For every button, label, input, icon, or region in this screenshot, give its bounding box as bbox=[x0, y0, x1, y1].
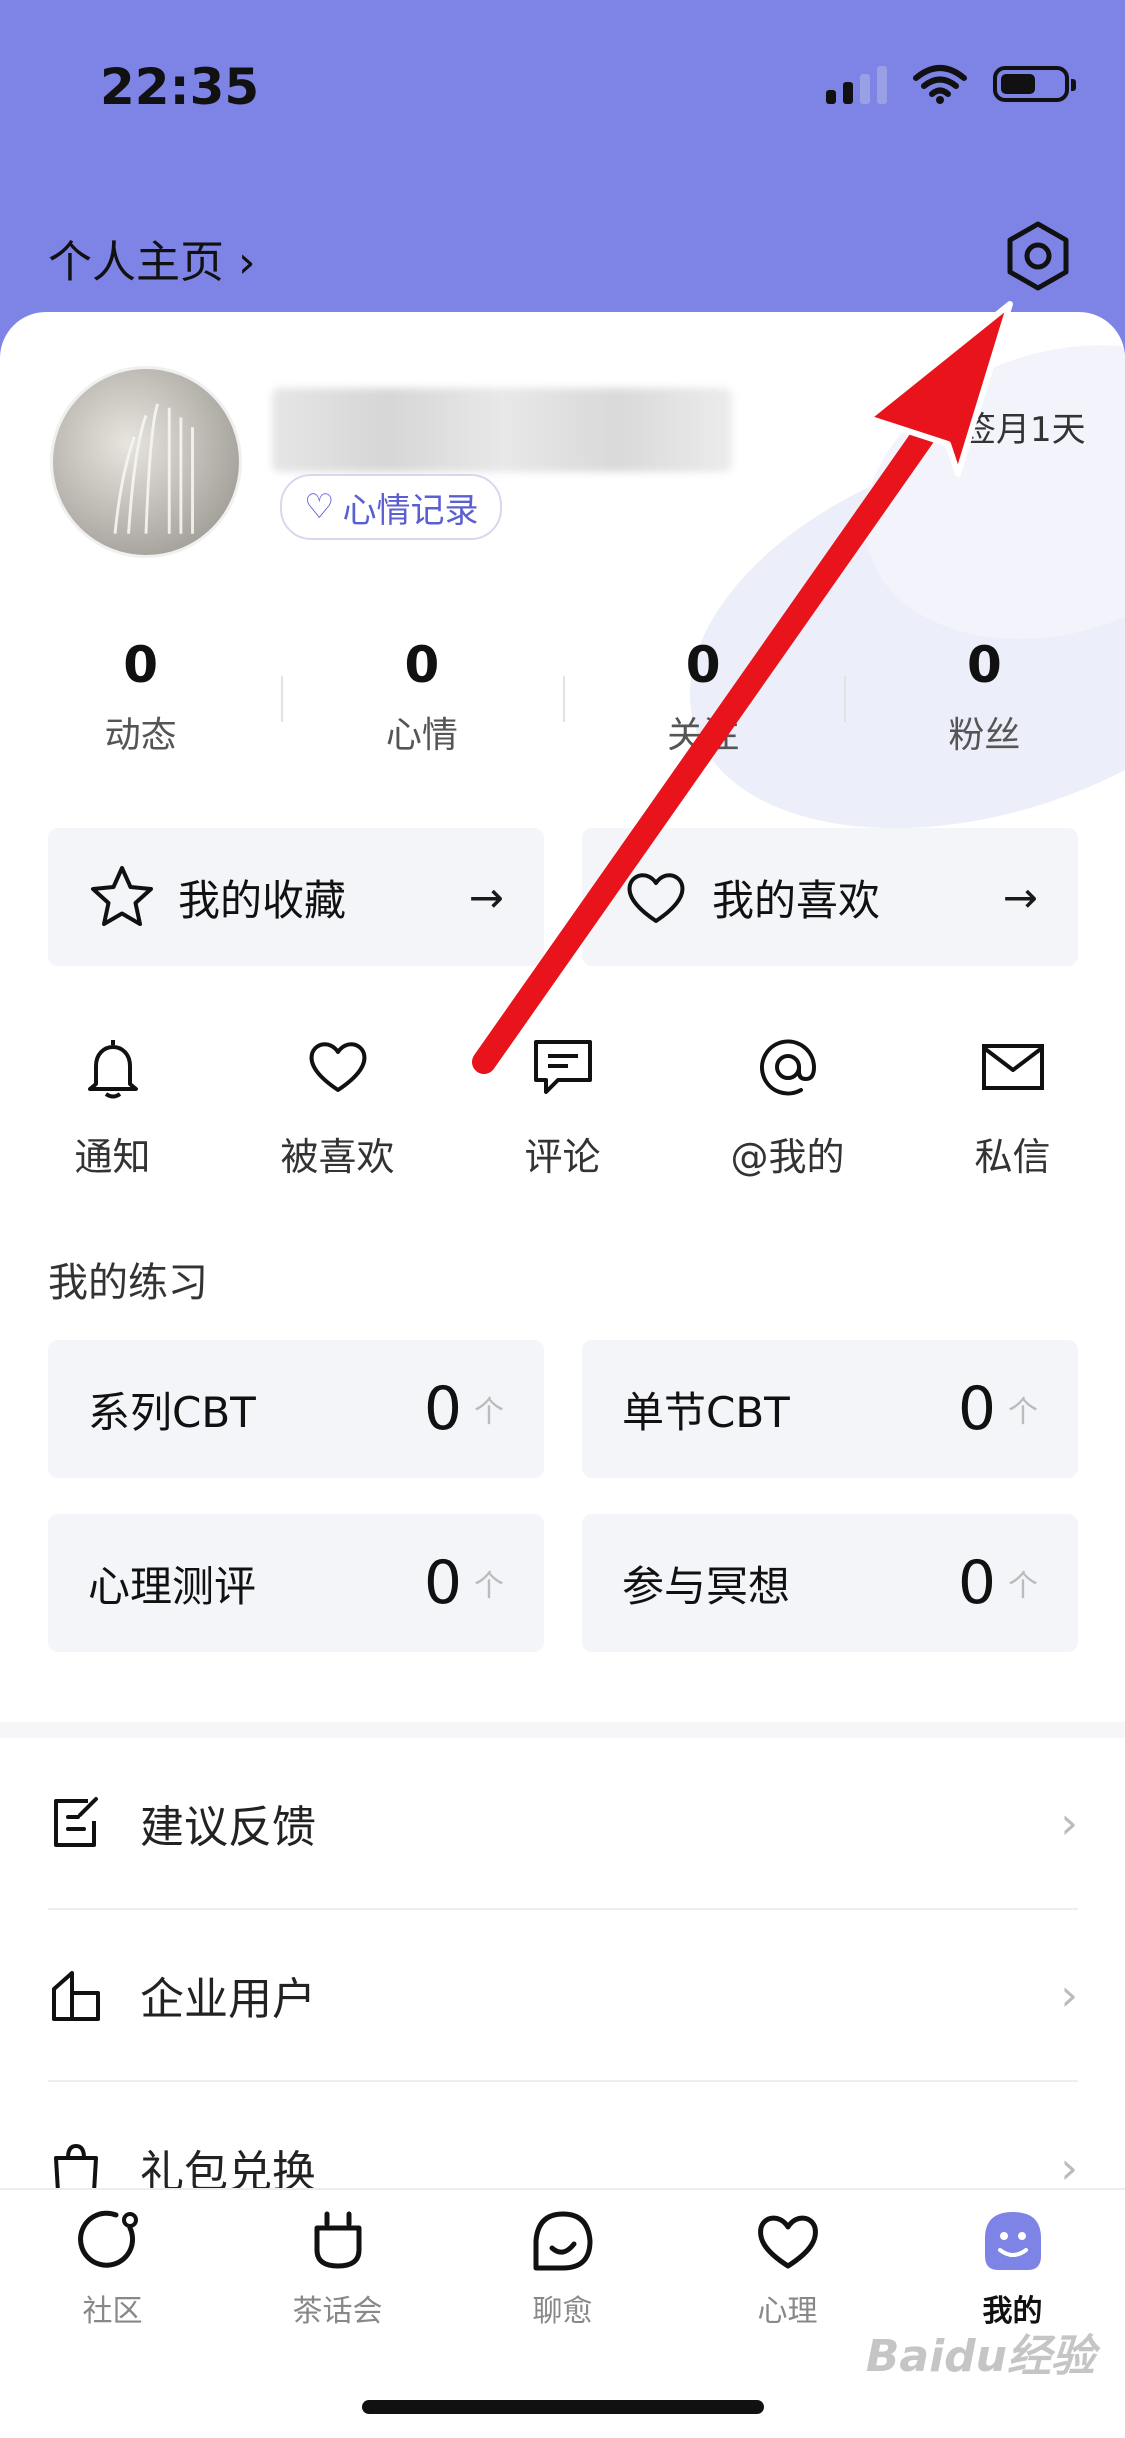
home-indicator bbox=[362, 2400, 764, 2414]
stat-posts[interactable]: 0 动态 bbox=[0, 636, 281, 758]
practice-unit: 个 bbox=[474, 1569, 504, 1604]
bell-icon bbox=[87, 1040, 138, 1099]
stat-moods[interactable]: 0 心情 bbox=[281, 636, 562, 758]
me-icon bbox=[984, 2212, 1041, 2270]
quick-action-messages[interactable]: 私信 bbox=[900, 1032, 1125, 1181]
practice-section-title: 我的练习 bbox=[48, 1260, 208, 1306]
practice-count: 0 bbox=[423, 1548, 462, 1618]
feedback-icon bbox=[54, 1797, 98, 1847]
stats-row: 0 动态 0 心情 0 关注 0 粉丝 bbox=[0, 636, 1125, 758]
quick-actions: 通知 被喜欢 评论 @我的 私信 bbox=[0, 1032, 1125, 1181]
chevron-right-icon: › bbox=[1060, 1797, 1078, 1849]
my-favorites-button[interactable]: 我的收藏 → bbox=[48, 828, 544, 966]
arrow-right-icon: → bbox=[468, 872, 504, 922]
menu-feedback[interactable]: 建议反馈 › bbox=[48, 1738, 1078, 1910]
tab-psychology[interactable]: 心理 bbox=[675, 2206, 900, 2330]
heart-outline-icon: ♡ bbox=[304, 487, 335, 527]
stat-following[interactable]: 0 关注 bbox=[562, 636, 844, 758]
tab-community[interactable]: 社区 bbox=[0, 2206, 225, 2330]
arrow-right-icon: → bbox=[1002, 872, 1038, 922]
chat-heal-icon bbox=[533, 2211, 592, 2271]
practice-series-cbt[interactable]: 系列CBT 0 个 bbox=[48, 1340, 544, 1478]
quick-action-mentions[interactable]: @我的 bbox=[675, 1032, 900, 1181]
stat-label: 粉丝 bbox=[948, 715, 1021, 756]
quick-action-label: 评论 bbox=[524, 1135, 601, 1179]
stat-followers[interactable]: 0 粉丝 bbox=[843, 636, 1125, 758]
practice-label: 心理测评 bbox=[88, 1561, 257, 1611]
stat-label: 心情 bbox=[385, 715, 458, 756]
wifi-icon bbox=[913, 65, 967, 104]
chevron-right-icon: › bbox=[1060, 1969, 1078, 2021]
stat-label: 动态 bbox=[104, 715, 177, 756]
quick-action-label: 私信 bbox=[974, 1135, 1051, 1179]
quick-action-liked[interactable]: 被喜欢 bbox=[225, 1032, 450, 1181]
star-icon bbox=[91, 866, 153, 926]
battery-icon bbox=[993, 66, 1076, 102]
practice-label: 参与冥想 bbox=[622, 1561, 791, 1611]
building-icon bbox=[52, 1971, 100, 2021]
sign-in-days: 签月1天 bbox=[962, 410, 1086, 450]
stat-value: 0 bbox=[404, 636, 440, 694]
practice-count: 0 bbox=[957, 1548, 996, 1618]
heart-icon bbox=[757, 2215, 818, 2269]
practice-label: 单节CBT bbox=[622, 1387, 790, 1437]
quick-action-notifications[interactable]: 通知 bbox=[0, 1032, 225, 1181]
profile-home-link[interactable]: 个人主页 › bbox=[48, 226, 256, 290]
mood-record-label: 心情记录 bbox=[342, 490, 479, 531]
stat-label: 关注 bbox=[667, 715, 740, 756]
header-background bbox=[0, 0, 1125, 360]
my-likes-button[interactable]: 我的喜欢 → bbox=[582, 828, 1078, 966]
status-icons bbox=[826, 64, 1076, 104]
status-time: 22:35 bbox=[100, 58, 260, 116]
username-blurred bbox=[272, 388, 732, 472]
practice-count: 0 bbox=[957, 1374, 996, 1444]
mail-icon bbox=[981, 1044, 1044, 1090]
practice-unit: 个 bbox=[1008, 1569, 1038, 1604]
watermark: Baidu经验 bbox=[865, 2331, 1095, 2382]
practice-unit: 个 bbox=[474, 1395, 504, 1430]
at-icon bbox=[759, 1039, 816, 1096]
mood-record-button[interactable]: ♡ 心情记录 bbox=[280, 474, 503, 540]
quick-action-comments[interactable]: 评论 bbox=[450, 1032, 675, 1181]
quick-action-label: @我的 bbox=[730, 1135, 845, 1179]
tab-label: 社区 bbox=[82, 2294, 143, 2329]
tab-tea-party[interactable]: 茶话会 bbox=[225, 2206, 450, 2330]
heart-icon bbox=[309, 1042, 366, 1092]
tea-party-icon bbox=[314, 2211, 361, 2269]
practice-unit: 个 bbox=[1008, 1395, 1038, 1430]
chevron-right-icon: › bbox=[1060, 2142, 1078, 2194]
quick-action-label: 被喜欢 bbox=[280, 1135, 395, 1179]
my-likes-label: 我的喜欢 bbox=[712, 875, 881, 925]
practice-meditation[interactable]: 参与冥想 0 个 bbox=[582, 1514, 1078, 1652]
menu-label: 建议反馈 bbox=[140, 1802, 316, 1853]
tab-label: 心理 bbox=[757, 2294, 818, 2329]
practice-single-cbt[interactable]: 单节CBT 0 个 bbox=[582, 1340, 1078, 1478]
tab-label: 聊愈 bbox=[532, 2294, 593, 2329]
avatar-image bbox=[113, 403, 194, 534]
settings-gear-icon[interactable] bbox=[1000, 218, 1076, 294]
heart-icon bbox=[627, 873, 685, 923]
comment-icon bbox=[533, 1040, 592, 1094]
stat-value: 0 bbox=[123, 636, 159, 694]
menu-label: 企业用户 bbox=[140, 1974, 316, 2025]
signal-icon bbox=[826, 64, 887, 104]
stat-value: 0 bbox=[966, 636, 1002, 694]
menu-enterprise[interactable]: 企业用户 › bbox=[48, 1910, 1078, 2082]
avatar[interactable] bbox=[50, 366, 242, 558]
tab-chat-heal[interactable]: 聊愈 bbox=[450, 2206, 675, 2330]
community-icon bbox=[77, 2210, 138, 2268]
practice-assessment[interactable]: 心理测评 0 个 bbox=[48, 1514, 544, 1652]
section-divider bbox=[0, 1722, 1125, 1738]
practice-label: 系列CBT bbox=[88, 1387, 256, 1437]
practice-count: 0 bbox=[423, 1374, 462, 1444]
my-favorites-label: 我的收藏 bbox=[178, 875, 347, 925]
stat-value: 0 bbox=[685, 636, 721, 694]
tab-label: 茶话会 bbox=[292, 2294, 383, 2329]
quick-action-label: 通知 bbox=[74, 1135, 151, 1179]
tab-me[interactable]: 我的 bbox=[900, 2206, 1125, 2330]
